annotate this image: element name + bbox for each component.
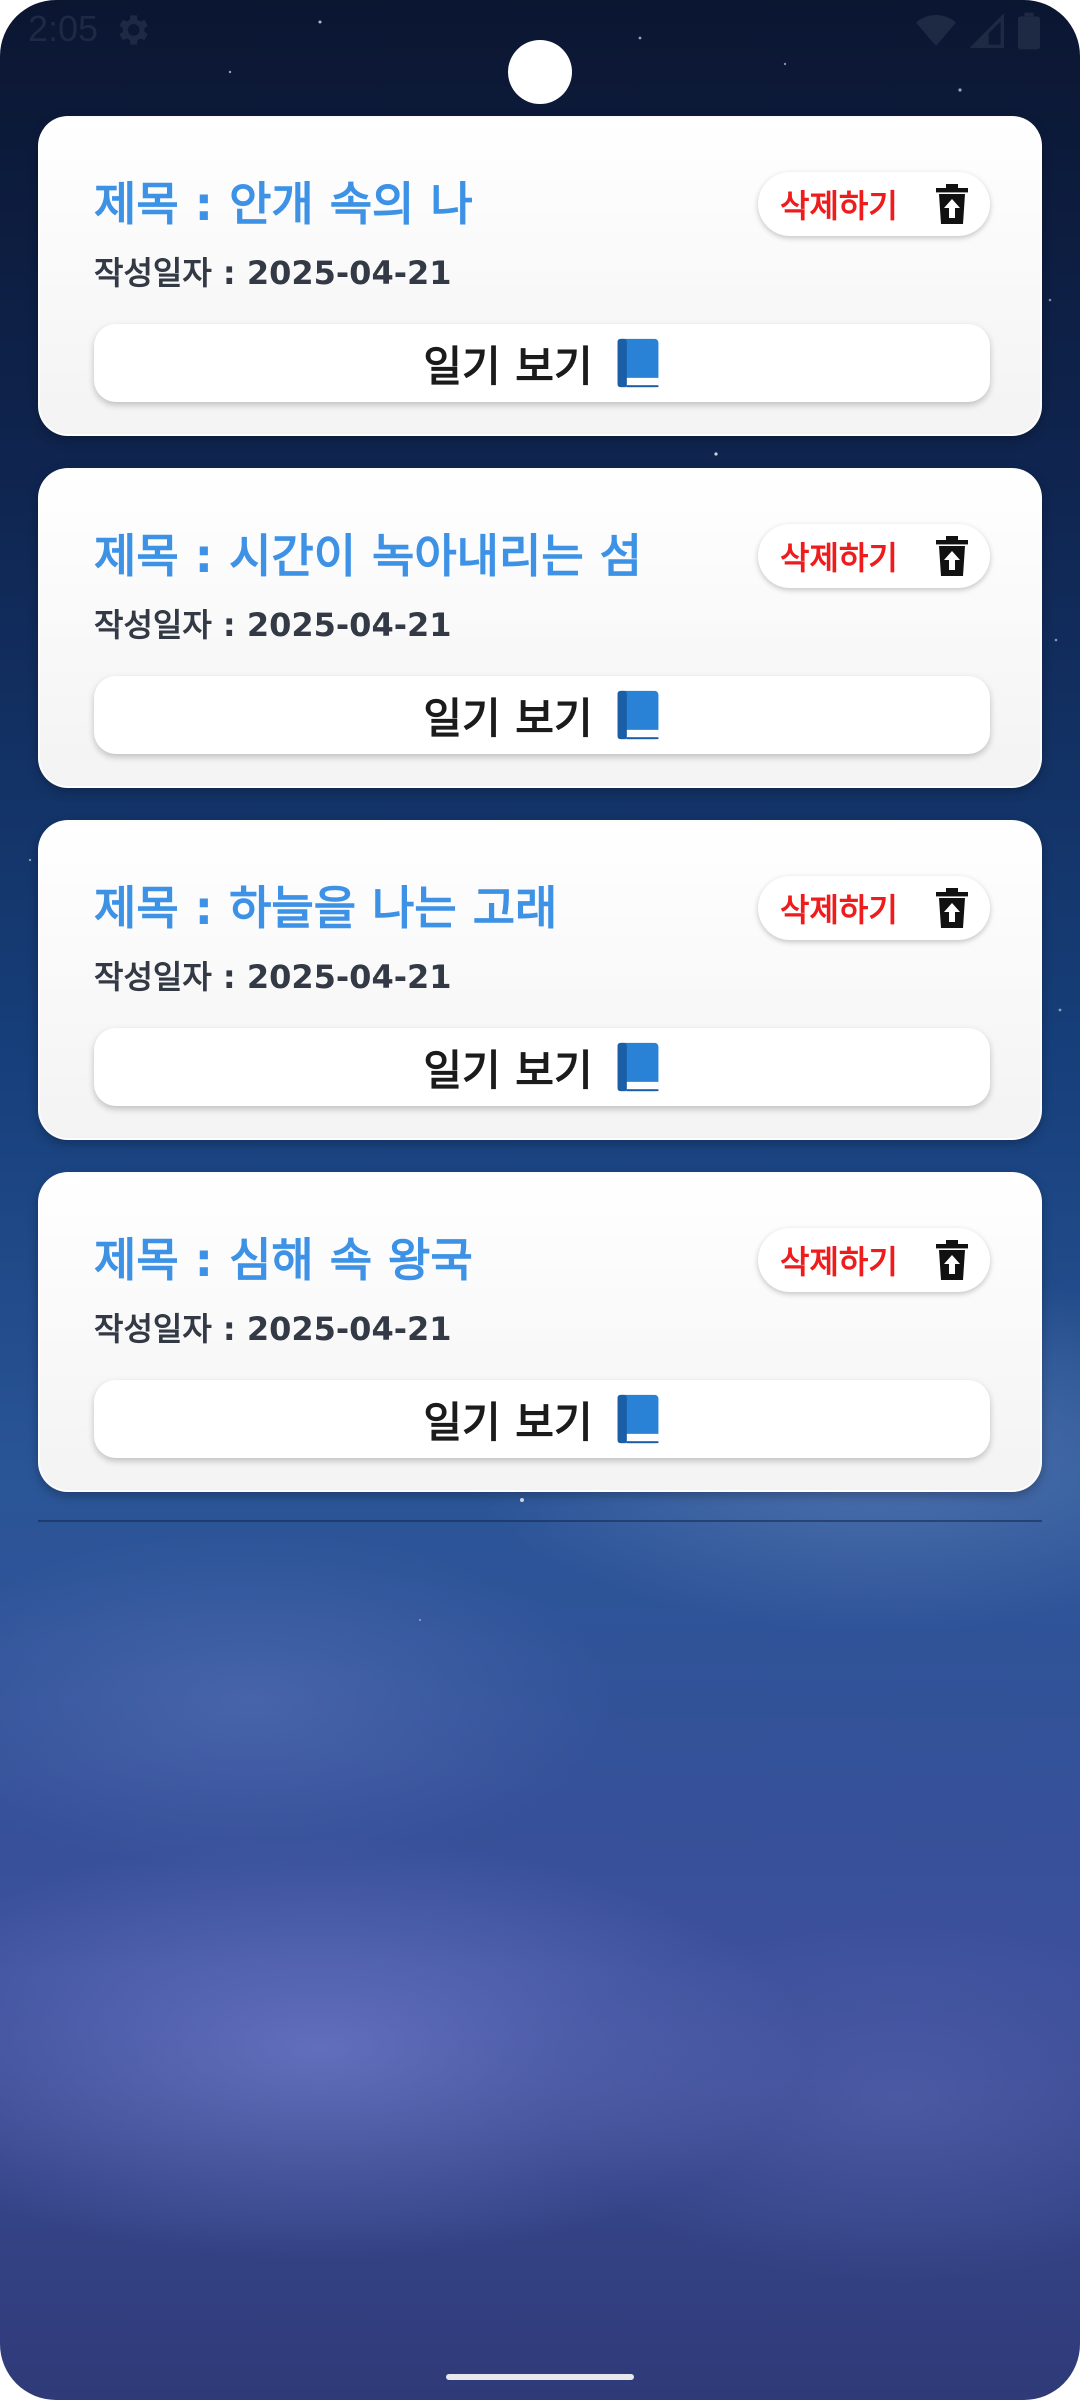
view-diary-label: 일기 보기 <box>423 1045 593 1095</box>
diary-card: 제목 : 심해 속 왕국 작성일자 : 2025-04-21 삭제하기 일기 보… <box>38 1172 1042 1492</box>
view-diary-button[interactable]: 일기 보기 <box>94 324 990 402</box>
blue-book-icon <box>617 1394 659 1444</box>
delete-button[interactable]: 삭제하기 <box>758 876 990 940</box>
trash-restore-icon <box>936 536 968 576</box>
trash-restore-icon <box>936 184 968 224</box>
diary-card: 제목 : 하늘을 나는 고래 작성일자 : 2025-04-21 삭제하기 일기… <box>38 820 1042 1140</box>
delete-button[interactable]: 삭제하기 <box>758 1228 990 1292</box>
blue-book-icon <box>617 338 659 388</box>
diary-title: 제목 : 심해 속 왕국 <box>94 1233 473 1287</box>
delete-label: 삭제하기 <box>780 891 898 929</box>
trash-restore-icon <box>936 888 968 928</box>
view-diary-label: 일기 보기 <box>423 693 593 743</box>
view-diary-button[interactable]: 일기 보기 <box>94 676 990 754</box>
diary-title: 제목 : 하늘을 나는 고래 <box>94 881 558 935</box>
blue-book-icon <box>617 1042 659 1092</box>
delete-label: 삭제하기 <box>780 187 898 225</box>
list-divider <box>38 1520 1042 1522</box>
delete-button[interactable]: 삭제하기 <box>758 524 990 588</box>
diary-date: 작성일자 : 2025-04-21 <box>94 606 452 644</box>
app-screen: 2:05 제목 : 안개 속의 나 작성일자 : 2025-04-21 삭제하기… <box>0 0 1080 2400</box>
blue-book-icon <box>617 690 659 740</box>
wifi-icon <box>916 15 956 46</box>
view-diary-button[interactable]: 일기 보기 <box>94 1028 990 1106</box>
view-diary-label: 일기 보기 <box>423 1397 593 1447</box>
trash-restore-icon <box>936 1240 968 1280</box>
status-time: 2:05 <box>28 8 99 49</box>
delete-button[interactable]: 삭제하기 <box>758 172 990 236</box>
diary-title: 제목 : 시간이 녹아내리는 섬 <box>94 529 642 583</box>
status-icons <box>916 12 1040 50</box>
diary-card: 제목 : 시간이 녹아내리는 섬 작성일자 : 2025-04-21 삭제하기 … <box>38 468 1042 788</box>
diary-card: 제목 : 안개 속의 나 작성일자 : 2025-04-21 삭제하기 일기 보… <box>38 116 1042 436</box>
diary-title: 제목 : 안개 속의 나 <box>94 177 473 231</box>
delete-label: 삭제하기 <box>780 1243 898 1281</box>
camera-cutout <box>508 40 572 104</box>
view-diary-label: 일기 보기 <box>423 341 593 391</box>
cellular-signal-icon <box>970 14 1004 48</box>
settings-gear-icon <box>119 15 148 45</box>
diary-list: 제목 : 안개 속의 나 작성일자 : 2025-04-21 삭제하기 일기 보… <box>38 116 1042 1524</box>
diary-date: 작성일자 : 2025-04-21 <box>94 254 452 292</box>
view-diary-button[interactable]: 일기 보기 <box>94 1380 990 1458</box>
delete-label: 삭제하기 <box>780 539 898 577</box>
battery-icon <box>1018 12 1040 50</box>
home-indicator[interactable] <box>446 2374 634 2380</box>
diary-date: 작성일자 : 2025-04-21 <box>94 1310 452 1348</box>
diary-date: 작성일자 : 2025-04-21 <box>94 958 452 996</box>
